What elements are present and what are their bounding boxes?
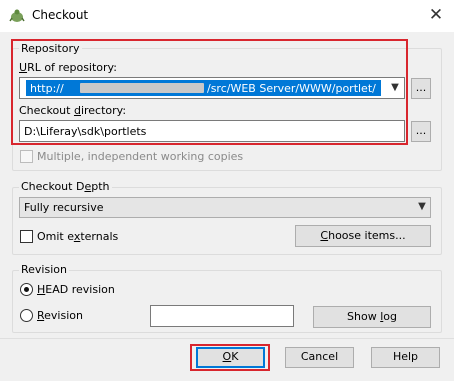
close-icon[interactable]: ✕ [424, 4, 448, 28]
multiple-copies-label: Multiple, independent working copies [37, 150, 244, 163]
head-revision-radio[interactable] [20, 283, 33, 296]
repository-group-label: Repository [19, 42, 82, 55]
redacted-host [80, 83, 204, 93]
chevron-down-icon[interactable]: ▼ [414, 198, 430, 216]
dir-label: Checkout directory: [19, 104, 127, 117]
browse-dir-button[interactable]: ... [411, 121, 431, 142]
url-prefix: http:// [30, 82, 64, 95]
cancel-button[interactable]: Cancel [285, 347, 354, 368]
url-label: URL of repository: [19, 61, 117, 74]
depth-select[interactable]: Fully recursive ▼ [19, 197, 431, 218]
depth-group-label: Checkout Depth [19, 180, 112, 193]
url-combobox[interactable]: http:// /src/WEB Server/WWW/portlet/ ▼ [19, 77, 405, 99]
checkout-directory-input[interactable]: D:\Liferay\sdk\portlets [19, 120, 405, 142]
revision-radio[interactable] [20, 309, 33, 322]
revision-group-label: Revision [19, 263, 69, 276]
ok-button[interactable]: OK [196, 347, 265, 368]
revision-input[interactable] [150, 305, 294, 327]
head-revision-label: HEAD revision [37, 283, 115, 296]
choose-items-button[interactable]: Choose items... [295, 225, 431, 247]
show-log-button[interactable]: Show log [313, 306, 431, 328]
chevron-down-icon[interactable]: ▼ [387, 79, 403, 97]
multiple-copies-checkbox[interactable] [20, 150, 33, 163]
omit-externals-checkbox[interactable] [20, 230, 33, 243]
omit-externals-label: Omit externals [37, 230, 119, 243]
window-title: Checkout [32, 8, 89, 22]
tortoisesvn-icon [9, 9, 25, 22]
url-selection: http:// /src/WEB Server/WWW/portlet/ [26, 80, 381, 96]
revision-label: Revision [37, 309, 83, 322]
help-button[interactable]: Help [371, 347, 440, 368]
title-bar: Checkout ✕ [0, 0, 454, 32]
dir-value: D:\Liferay\sdk\portlets [24, 125, 147, 138]
depth-value: Fully recursive [24, 201, 104, 214]
browse-url-button[interactable]: ... [411, 78, 431, 99]
url-suffix: /src/WEB Server/WWW/portlet/ [207, 82, 376, 95]
